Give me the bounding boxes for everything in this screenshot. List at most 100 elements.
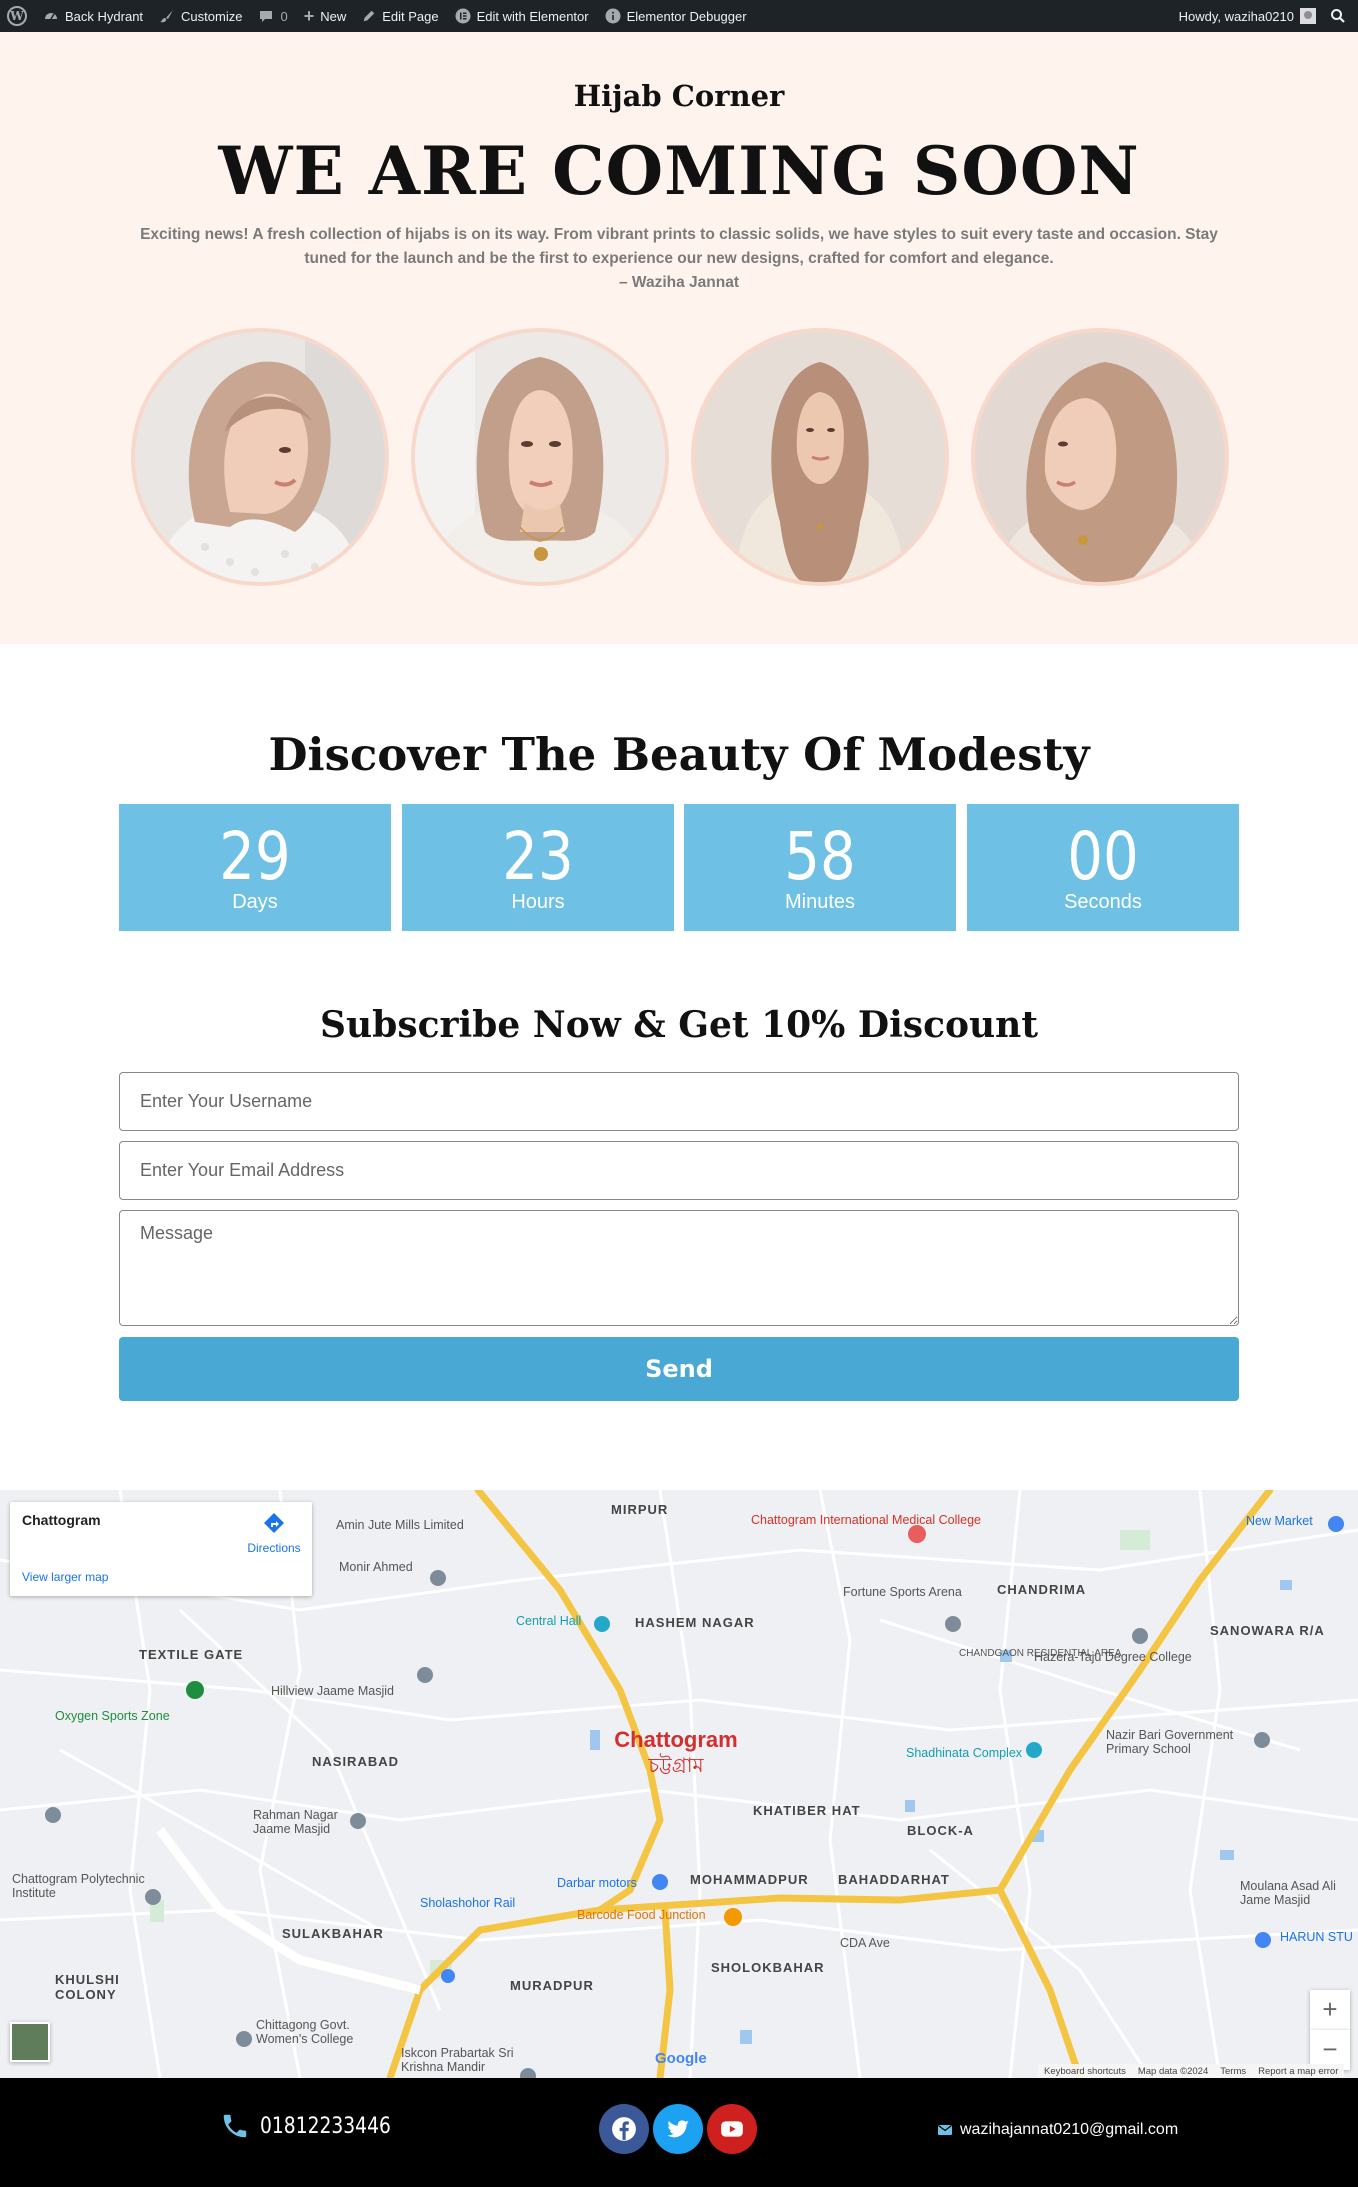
hijab-model-photo-4: [971, 328, 1229, 586]
facebook-button[interactable]: [599, 2104, 649, 2154]
map-area-label: SANOWARA R/A: [1210, 1623, 1325, 1638]
comment-icon: [258, 8, 274, 24]
admin-bar: W Back Hydrant Customize 0 + New Edit Pa…: [0, 0, 1358, 32]
map-label: Fortune Sports Arena: [843, 1585, 962, 1599]
countdown-seconds-value: 00: [1067, 818, 1139, 895]
footer-email[interactable]: wazihajannat0210@gmail.com: [938, 2121, 1178, 2139]
site-name-link[interactable]: Back Hydrant: [35, 0, 151, 32]
message-input[interactable]: [119, 1210, 1239, 1326]
map-area-label: KHULSHI COLONY: [55, 1972, 120, 2002]
map-label: Central Hall: [516, 1614, 582, 1628]
new-content-label: New: [320, 8, 347, 24]
directions-label: Directions: [247, 1541, 301, 1555]
site-footer: 01812233446 wazihajannat0210@gmail.com: [0, 2078, 1358, 2187]
map-area-label: CHANDRIMA: [997, 1582, 1087, 1597]
hijab-model-photo-2: [411, 328, 669, 586]
map-area-label: NASIRABAD: [312, 1754, 399, 1769]
youtube-icon: [719, 2116, 745, 2142]
phone-icon: [220, 2111, 250, 2141]
facebook-icon: [611, 2116, 637, 2142]
avatar: [1300, 8, 1316, 24]
wordpress-icon: W: [7, 6, 27, 26]
map-label: Monir Ahmed: [339, 1560, 413, 1574]
map-area-label: BAHADDARHAT: [838, 1872, 950, 1887]
admin-bar-secondary: Howdy, waziha0210: [1171, 0, 1358, 32]
map-label: Chittagong Govt. Women's College: [256, 2018, 354, 2046]
map-info-card: Chattogram Directions View larger map: [10, 1502, 312, 1596]
hijab-model-photo-1: [131, 328, 389, 586]
elementor-debugger-label: Elementor Debugger: [626, 8, 747, 24]
map-area-label: TEXTILE GATE: [139, 1647, 244, 1662]
map-label: Rahman Nagar Jaame Masjid: [253, 1808, 338, 1836]
username-input[interactable]: [119, 1072, 1239, 1131]
map-label: Oxygen Sports Zone: [55, 1709, 170, 1723]
zoom-in-button[interactable]: +: [1310, 1990, 1350, 2030]
elementor-debugger-link[interactable]: Elementor Debugger: [597, 0, 755, 32]
send-button[interactable]: Send: [119, 1337, 1239, 1401]
subscribe-heading: Subscribe Now & Get 10% Discount: [320, 1004, 1038, 1046]
map-label: Barcode Food Junction: [577, 1908, 706, 1922]
countdown-hours: 23 Hours: [402, 804, 674, 931]
countdown-minutes: 58 Minutes: [684, 804, 956, 931]
elementor-icon: [455, 8, 471, 24]
howdy-greeting: Howdy, waziha0210: [1178, 8, 1294, 24]
map-area-label: BLOCK-A: [907, 1823, 974, 1838]
countdown-seconds: 00 Seconds: [967, 804, 1239, 931]
keyboard-shortcuts-link[interactable]: Keyboard shortcuts: [1044, 2066, 1126, 2077]
customize-link[interactable]: Customize: [151, 0, 250, 32]
admin-search-button[interactable]: [1326, 0, 1358, 32]
map-label: Chattogram Polytechnic Institute: [12, 1872, 145, 1900]
edit-page-link[interactable]: Edit Page: [354, 0, 446, 32]
map-label: Hazera-Taju Degree College: [1034, 1650, 1192, 1664]
coming-soon-hero: Hijab Corner WE ARE COMING SOON Exciting…: [0, 32, 1358, 644]
my-account-menu[interactable]: Howdy, waziha0210: [1171, 0, 1326, 32]
map-label: Iskcon Prabartak Sri Krishna Mandir: [401, 2046, 514, 2074]
satellite-toggle[interactable]: [10, 2022, 50, 2062]
pencil-icon: [362, 9, 376, 23]
map-label: CDA Ave: [840, 1936, 890, 1950]
countdown-minutes-value: 58: [784, 818, 856, 895]
edit-elementor-link[interactable]: Edit with Elementor: [447, 0, 597, 32]
envelope-icon: [938, 2124, 952, 2136]
footer-phone[interactable]: 01812233446: [220, 2111, 414, 2141]
countdown-hours-value: 23: [502, 818, 574, 895]
map-label: Shadhinata Complex: [906, 1746, 1023, 1760]
countdown-heading: Discover The Beauty Of Modesty: [268, 728, 1090, 781]
map-data-text: Map data ©2024: [1137, 2065, 1209, 2077]
map-label: Moulana Asad Ali Jame Masjid: [1240, 1879, 1336, 1907]
map-label: Sholashohor Rail: [420, 1896, 516, 1910]
page-title: WE ARE COMING SOON: [218, 132, 1140, 210]
dashboard-icon: [43, 8, 59, 24]
terms-link[interactable]: Terms: [1220, 2066, 1246, 2077]
youtube-button[interactable]: [707, 2104, 757, 2154]
map-label: Chattogram International Medical College: [751, 1513, 981, 1527]
report-map-error-link[interactable]: Report a map error: [1258, 2066, 1338, 2077]
hero-description-block: Exciting news! A fresh collection of hij…: [120, 223, 1238, 295]
wp-logo-menu[interactable]: W: [0, 0, 35, 32]
comments-count: 0: [280, 8, 288, 24]
comments-link[interactable]: 0: [250, 0, 295, 32]
map-area-label: SULAKBAHAR: [282, 1926, 384, 1941]
search-icon: [1330, 8, 1346, 24]
new-content-link[interactable]: + New: [296, 0, 355, 32]
directions-button[interactable]: Directions: [238, 1512, 310, 1557]
map-city-label-bn: চট্টগ্রাম: [647, 1753, 704, 1777]
map-area-label: MOHAMMADPUR: [690, 1872, 809, 1887]
phone-number: 01812233446: [260, 2113, 391, 2139]
map-attribution: Keyboard shortcuts Map data ©2024 Terms …: [1038, 2064, 1345, 2078]
map-area-label: SHOLOKBAHAR: [711, 1960, 825, 1975]
twitter-button[interactable]: [653, 2104, 703, 2154]
customize-label: Customize: [181, 8, 243, 24]
hero-description: Exciting news! A fresh collection of hij…: [140, 226, 1218, 267]
google-map-embed[interactable]: Chattogram চট্টগ্রাম Amin Jute Mills Lim…: [0, 1490, 1358, 2078]
map-city-label: Chattogram: [614, 1727, 737, 1752]
edit-elementor-label: Edit with Elementor: [476, 8, 589, 24]
email-input[interactable]: [119, 1141, 1239, 1200]
map-label: Nazir Bari Government Primary School: [1106, 1728, 1234, 1756]
map-label: Hillview Jaame Masjid: [271, 1684, 394, 1698]
countdown-days: 29 Days: [119, 804, 391, 931]
email-address: wazihajannat0210@gmail.com: [960, 2121, 1179, 2138]
view-larger-map-link[interactable]: View larger map: [22, 1570, 108, 1584]
site-name-label: Back Hydrant: [65, 8, 144, 24]
hero-author: – Waziha Jannat: [618, 274, 739, 291]
